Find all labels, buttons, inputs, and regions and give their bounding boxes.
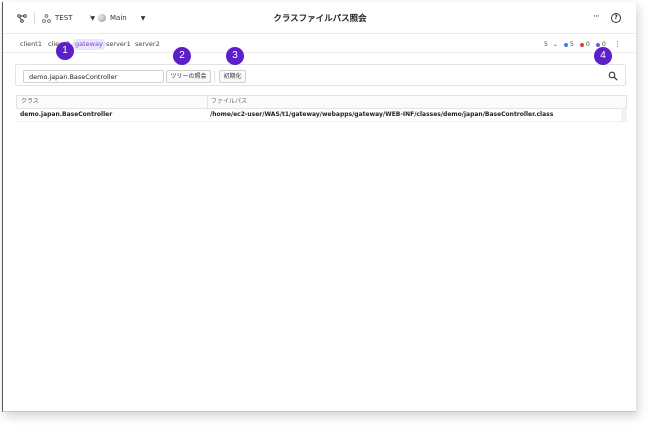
cell-class: demo.japan.BaseController	[20, 111, 113, 118]
callout-marker-2: 2	[173, 47, 191, 65]
more-icon[interactable]: ···	[593, 12, 600, 22]
tab-gateway[interactable]: gateway	[72, 39, 106, 50]
server-tabs: client1 client2 gateway server1 server2 …	[3, 35, 637, 53]
cell-path: /home/ec2-user/WAS/t1/gateway/webapps/ga…	[210, 111, 554, 118]
purple-dot-icon	[596, 42, 600, 47]
app-window: TEST ▼ › Main ▼ クラスファイルパス照会 ··· ? client…	[2, 2, 637, 412]
callout-marker-3: 3	[226, 47, 244, 65]
chevron-down-icon: ⌄	[552, 41, 558, 48]
table-row[interactable]: demo.japan.BaseController /home/ec2-user…	[16, 109, 627, 122]
instance-count-value: 5	[544, 41, 548, 48]
column-header-class[interactable]: クラス	[17, 96, 39, 108]
callout-marker-4: 4	[594, 47, 612, 65]
table-header: クラス ファイルパス	[16, 95, 627, 109]
page-title: クラスファイルパス照会	[273, 14, 367, 24]
red-dot-icon	[580, 42, 584, 47]
result-table: クラス ファイルパス demo.japan.BaseController /ho…	[16, 95, 627, 122]
top-bar: TEST ▼ › Main ▼ クラスファイルパス照会 ··· ?	[3, 2, 637, 34]
search-icon[interactable]	[608, 71, 618, 81]
row-scroll-stub	[621, 109, 627, 121]
tab-server1[interactable]: server1	[103, 39, 134, 50]
tree-query-button[interactable]: ツリーの照会	[166, 70, 211, 83]
callout-marker-1: 1	[56, 42, 74, 60]
search-panel: ツリーの照会 初期化	[15, 64, 626, 86]
status-red-count: 0	[586, 41, 590, 48]
instance-count[interactable]: 5 ⌄	[544, 39, 558, 50]
tab-server2[interactable]: server2	[132, 39, 163, 50]
status-blue: 5	[564, 39, 574, 50]
status-blue-count: 5	[570, 41, 574, 48]
class-search-input[interactable]	[23, 70, 164, 83]
divider	[214, 71, 215, 82]
reset-button[interactable]: 初期化	[219, 70, 246, 83]
tab-client1[interactable]: client1	[17, 39, 45, 50]
help-icon[interactable]: ?	[611, 13, 621, 23]
blue-dot-icon	[564, 42, 568, 47]
kebab-menu-icon[interactable]: ⋮	[614, 39, 621, 50]
column-header-path[interactable]: ファイルパス	[207, 96, 247, 108]
status-red: 0	[580, 39, 590, 50]
